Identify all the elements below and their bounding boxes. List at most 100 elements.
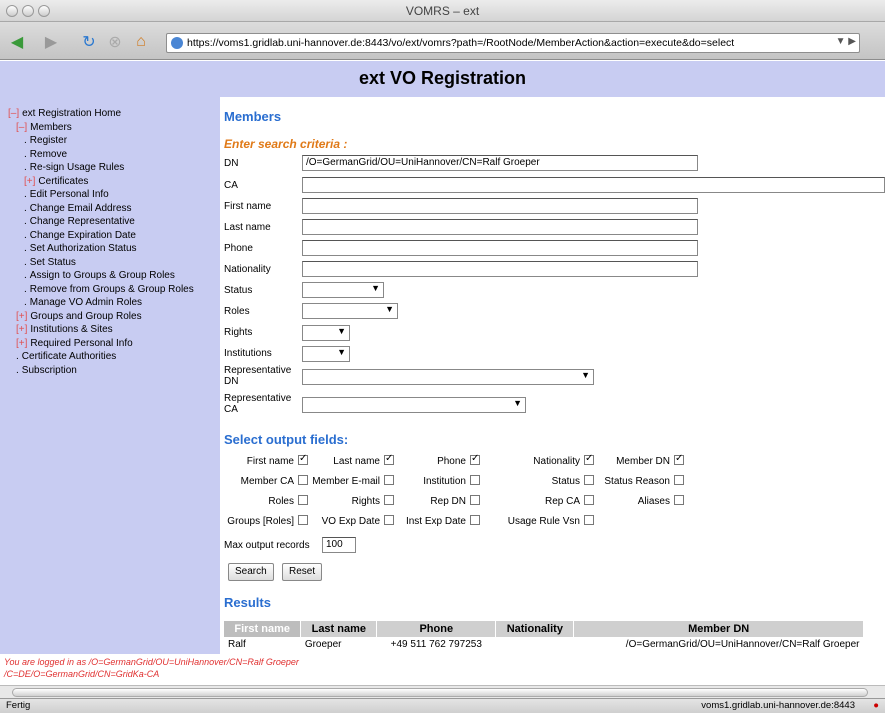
sidebar-item-marker[interactable]: [+] bbox=[24, 176, 35, 187]
output-field-checkbox[interactable] bbox=[470, 453, 480, 465]
sidebar-item[interactable]: [+] Certificates bbox=[8, 175, 220, 189]
sidebar-item-marker[interactable]: [+] bbox=[16, 324, 27, 335]
reload-icon[interactable]: ↻ bbox=[78, 32, 100, 52]
output-field-option[interactable]: Roles bbox=[268, 495, 308, 507]
url-bar[interactable]: https://voms1.gridlab.uni-hannover.de:84… bbox=[166, 33, 860, 53]
sidebar-item-marker[interactable]: . bbox=[24, 149, 27, 160]
sidebar-item-marker[interactable]: . bbox=[24, 243, 27, 254]
sidebar-item[interactable]: [+] Institutions & Sites bbox=[8, 323, 220, 337]
output-field-checkbox[interactable] bbox=[674, 495, 684, 505]
sidebar-item-marker[interactable]: . bbox=[24, 162, 27, 173]
sidebar-item[interactable]: . Remove from Groups & Group Roles bbox=[8, 283, 220, 297]
output-field-option[interactable]: VO Exp Date bbox=[322, 515, 394, 527]
roles-select[interactable]: ▼ bbox=[302, 303, 398, 319]
sidebar-item[interactable]: . Change Representative bbox=[8, 215, 220, 229]
institutions-select[interactable]: ▼ bbox=[302, 346, 350, 362]
sidebar-item-marker[interactable]: . bbox=[24, 297, 27, 308]
sidebar-item[interactable]: . Set Authorization Status bbox=[8, 242, 220, 256]
output-field-checkbox[interactable] bbox=[298, 495, 308, 505]
sidebar-item[interactable]: . Remove bbox=[8, 148, 220, 162]
output-field-option[interactable]: Member CA bbox=[241, 475, 308, 487]
url-dropdown-icon[interactable]: ▼ ▶ bbox=[836, 36, 856, 47]
output-field-checkbox[interactable] bbox=[384, 495, 394, 505]
back-icon[interactable]: ◀ bbox=[6, 32, 28, 52]
output-field-option[interactable]: Status bbox=[552, 475, 594, 487]
output-field-checkbox[interactable] bbox=[384, 475, 394, 485]
sidebar-item[interactable]: [+] Required Personal Info bbox=[8, 337, 220, 351]
sidebar-item-marker[interactable]: . bbox=[24, 270, 27, 281]
output-field-option[interactable]: Last name bbox=[333, 453, 394, 467]
horizontal-scrollbar[interactable] bbox=[0, 685, 885, 698]
search-button[interactable]: Search bbox=[228, 563, 274, 581]
sidebar-item[interactable]: [–] Members bbox=[8, 121, 220, 135]
sidebar-item-marker[interactable]: . bbox=[16, 365, 19, 376]
sidebar-item[interactable]: . Register bbox=[8, 134, 220, 148]
sidebar-item[interactable]: . Re-sign Usage Rules bbox=[8, 161, 220, 175]
output-field-checkbox[interactable] bbox=[384, 453, 394, 465]
results-column-header[interactable]: Member DN bbox=[573, 621, 864, 637]
rep-ca-select[interactable]: ▼ bbox=[302, 397, 526, 413]
sidebar-item-marker[interactable]: [+] bbox=[16, 311, 27, 322]
sidebar-item[interactable]: [–] ext Registration Home bbox=[8, 107, 220, 121]
output-field-checkbox[interactable] bbox=[584, 453, 594, 465]
reset-button[interactable]: Reset bbox=[282, 563, 323, 581]
output-field-option[interactable]: Status Reason bbox=[604, 475, 684, 487]
sidebar-item[interactable]: . Manage VO Admin Roles bbox=[8, 296, 220, 310]
output-field-option[interactable]: Phone bbox=[437, 453, 480, 467]
last-name-input[interactable] bbox=[302, 219, 698, 235]
first-name-input[interactable] bbox=[302, 198, 698, 214]
output-field-checkbox[interactable] bbox=[298, 515, 308, 525]
sidebar-item[interactable]: [+] Groups and Group Roles bbox=[8, 310, 220, 324]
output-field-option[interactable]: Aliases bbox=[638, 495, 684, 507]
sidebar-item[interactable]: . Edit Personal Info bbox=[8, 188, 220, 202]
sidebar-item-marker[interactable]: . bbox=[24, 135, 27, 146]
nationality-input[interactable] bbox=[302, 261, 698, 277]
output-field-checkbox[interactable] bbox=[584, 495, 594, 505]
sidebar-item-marker[interactable]: . bbox=[24, 203, 27, 214]
max-output-input[interactable]: 100 bbox=[322, 537, 356, 553]
sidebar-item[interactable]: . Certificate Authorities bbox=[8, 350, 220, 364]
phone-input[interactable] bbox=[302, 240, 698, 256]
sidebar-item[interactable]: . Set Status bbox=[8, 256, 220, 270]
output-field-checkbox[interactable] bbox=[674, 475, 684, 485]
scrollbar-thumb[interactable] bbox=[12, 688, 868, 697]
output-field-option[interactable]: First name bbox=[247, 453, 308, 467]
sidebar-item[interactable]: . Change Email Address bbox=[8, 202, 220, 216]
rights-select[interactable]: ▼ bbox=[302, 325, 350, 341]
rep-dn-select[interactable]: ▼ bbox=[302, 369, 594, 385]
output-field-checkbox[interactable] bbox=[584, 475, 594, 485]
output-field-checkbox[interactable] bbox=[584, 515, 594, 525]
sidebar-item[interactable]: . Change Expiration Date bbox=[8, 229, 220, 243]
sidebar-item-marker[interactable]: . bbox=[24, 189, 27, 200]
output-field-option[interactable]: Nationality bbox=[533, 453, 594, 467]
output-field-option[interactable]: Usage Rule Vsn bbox=[508, 515, 594, 527]
output-field-option[interactable]: Institution bbox=[423, 475, 480, 487]
output-field-checkbox[interactable] bbox=[470, 515, 480, 525]
output-field-option[interactable]: Rep CA bbox=[545, 495, 594, 507]
results-column-header[interactable]: Nationality bbox=[495, 621, 575, 637]
output-field-option[interactable]: Groups [Roles] bbox=[227, 515, 308, 527]
output-field-checkbox[interactable] bbox=[298, 453, 308, 465]
output-field-checkbox[interactable] bbox=[470, 475, 480, 485]
home-icon[interactable]: ⌂ bbox=[130, 32, 152, 52]
output-field-option[interactable]: Member DN bbox=[616, 453, 684, 467]
dn-input[interactable]: /O=GermanGrid/OU=UniHannover/CN=Ralf Gro… bbox=[302, 155, 698, 171]
status-select[interactable]: ▼ bbox=[302, 282, 384, 298]
sidebar-item-marker[interactable]: . bbox=[24, 230, 27, 241]
results-column-header[interactable]: Phone bbox=[376, 621, 497, 637]
sidebar-item[interactable]: . Subscription bbox=[8, 364, 220, 378]
sidebar-item-marker[interactable]: . bbox=[24, 257, 27, 268]
output-field-option[interactable]: Inst Exp Date bbox=[406, 515, 480, 527]
sidebar-item-marker[interactable]: . bbox=[24, 284, 27, 295]
stop-icon[interactable]: ⊗ bbox=[104, 32, 126, 52]
results-column-header[interactable]: First name bbox=[224, 621, 302, 637]
output-field-checkbox[interactable] bbox=[674, 453, 684, 465]
sidebar-item-marker[interactable]: . bbox=[16, 351, 19, 362]
output-field-checkbox[interactable] bbox=[470, 495, 480, 505]
output-field-option[interactable]: Member E-mail bbox=[312, 475, 394, 487]
forward-icon[interactable]: ▶ bbox=[40, 32, 62, 52]
results-column-header[interactable]: Last name bbox=[300, 621, 378, 637]
sidebar-item-marker[interactable]: . bbox=[24, 216, 27, 227]
output-field-option[interactable]: Rep DN bbox=[430, 495, 480, 507]
output-field-checkbox[interactable] bbox=[384, 515, 394, 525]
